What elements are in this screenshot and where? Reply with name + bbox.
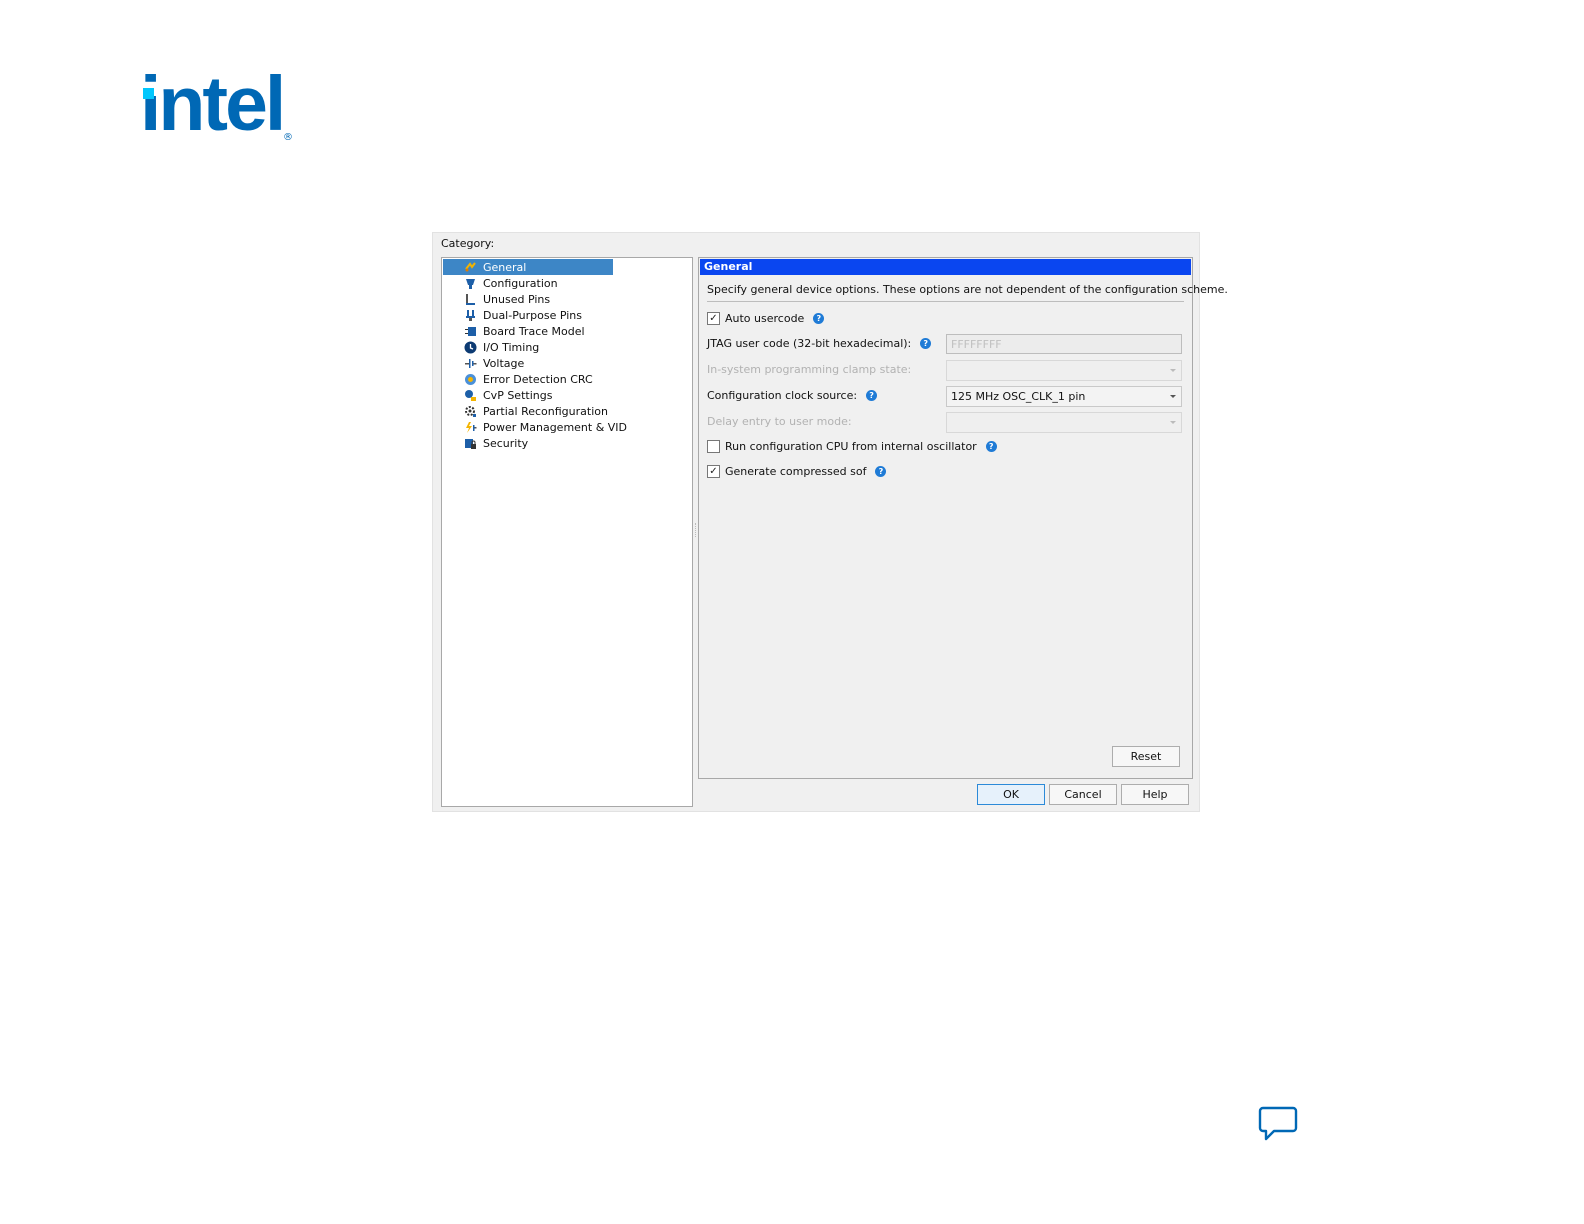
- partial-reconfiguration-icon: [463, 404, 477, 418]
- board-trace-model-icon: [463, 324, 477, 338]
- run-cpu-internal-osc-label[interactable]: Run configuration CPU from internal osci…: [725, 440, 977, 453]
- tree-item-general[interactable]: General: [443, 259, 613, 275]
- auto-usercode-row: ✓ Auto usercode ?: [707, 312, 825, 325]
- intel-logo: intel ®: [140, 66, 302, 150]
- jtag-user-code-row: JTAG user code (32-bit hexadecimal): ?: [707, 337, 932, 350]
- generate-compressed-sof-row: ✓ Generate compressed sof ?: [707, 465, 887, 478]
- help-icon[interactable]: ?: [866, 390, 878, 401]
- generate-compressed-sof-checkbox[interactable]: ✓: [707, 465, 720, 478]
- help-icon[interactable]: ?: [813, 313, 825, 324]
- help-icon[interactable]: ?: [875, 466, 887, 477]
- panel-description: Specify general device options. These op…: [707, 283, 1228, 296]
- logo-dot: [143, 88, 154, 99]
- tree-item-label: Board Trace Model: [483, 324, 585, 338]
- feedback-chat-icon[interactable]: [1258, 1106, 1298, 1142]
- dual-purpose-pins-icon: [463, 308, 477, 322]
- error-detection-crc-icon: [463, 372, 477, 386]
- tree-item-label: I/O Timing: [483, 340, 540, 354]
- auto-usercode-checkbox[interactable]: ✓: [707, 312, 720, 325]
- clamp-state-row: In-system programming clamp state:: [707, 363, 911, 376]
- tree-item-label: Voltage: [483, 356, 525, 370]
- jtag-user-code-label: JTAG user code (32-bit hexadecimal):: [707, 337, 912, 350]
- tree-item-label: Power Management & VID: [483, 420, 628, 434]
- tree-item-io-timing[interactable]: I/O Timing: [443, 339, 539, 355]
- tree-item-power-management-vid[interactable]: Power Management & VID: [443, 419, 627, 435]
- tree-item-label: Dual-Purpose Pins: [483, 308, 582, 322]
- delay-entry-label: Delay entry to user mode:: [707, 415, 852, 428]
- tree-item-label: CvP Settings: [483, 388, 553, 402]
- chevron-down-icon: [1170, 421, 1176, 424]
- clamp-state-label: In-system programming clamp state:: [707, 363, 912, 376]
- clock-source-value: 125 MHz OSC_CLK_1 pin: [951, 390, 1086, 403]
- chevron-down-icon: [1170, 369, 1176, 372]
- tree-item-dual-purpose-pins[interactable]: Dual-Purpose Pins: [443, 307, 582, 323]
- tree-item-configuration[interactable]: Configuration: [443, 275, 558, 291]
- help-icon[interactable]: ?: [920, 338, 932, 349]
- run-cpu-internal-osc-checkbox[interactable]: [707, 440, 720, 453]
- panel-divider: [707, 301, 1184, 302]
- tree-item-label: Configuration: [483, 276, 558, 290]
- registered-mark: ®: [283, 132, 293, 143]
- device-options-dialog: Category: General Configuration Unused P…: [432, 232, 1228, 812]
- tree-item-voltage[interactable]: Voltage: [443, 355, 524, 371]
- tree-item-error-detection-crc[interactable]: Error Detection CRC: [443, 371, 593, 387]
- io-timing-icon: [463, 340, 477, 354]
- general-options-panel: General Specify general device options. …: [698, 257, 1228, 779]
- chevron-down-icon: [1170, 395, 1176, 398]
- power-management-icon: [463, 420, 477, 434]
- reset-button[interactable]: Reset: [1112, 746, 1180, 767]
- generate-compressed-sof-label[interactable]: Generate compressed sof: [725, 465, 866, 478]
- clock-source-label: Configuration clock source:: [707, 389, 858, 402]
- tree-item-label: Partial Reconfiguration: [483, 404, 608, 418]
- delay-entry-row: Delay entry to user mode:: [707, 415, 852, 428]
- clock-source-row: Configuration clock source: ?: [707, 389, 878, 402]
- tree-item-label: Security: [483, 436, 529, 450]
- cvp-settings-icon: [463, 388, 477, 402]
- panel-title: General: [700, 259, 1191, 275]
- tree-item-label: General: [483, 260, 527, 274]
- tree-item-board-trace-model[interactable]: Board Trace Model: [443, 323, 585, 339]
- tree-item-unused-pins[interactable]: Unused Pins: [443, 291, 550, 307]
- general-icon: [463, 260, 477, 274]
- jtag-user-code-input[interactable]: FFFFFFFF: [946, 334, 1182, 354]
- voltage-icon: [463, 356, 477, 370]
- cancel-button[interactable]: Cancel: [1049, 784, 1117, 805]
- clock-source-select[interactable]: 125 MHz OSC_CLK_1 pin: [946, 386, 1182, 407]
- clamp-state-select[interactable]: [946, 360, 1182, 381]
- auto-usercode-label[interactable]: Auto usercode: [725, 312, 804, 325]
- tree-item-security[interactable]: Security: [443, 435, 528, 451]
- help-button[interactable]: Help: [1121, 784, 1189, 805]
- help-icon[interactable]: ?: [985, 441, 997, 452]
- run-cpu-internal-osc-row: Run configuration CPU from internal osci…: [707, 440, 997, 453]
- ok-button[interactable]: OK: [977, 784, 1045, 805]
- category-label: Category:: [441, 237, 495, 250]
- delay-entry-select[interactable]: [946, 412, 1182, 433]
- category-tree[interactable]: General Configuration Unused Pins Dual-P…: [441, 257, 693, 807]
- tree-item-partial-reconfiguration[interactable]: Partial Reconfiguration: [443, 403, 608, 419]
- tree-item-cvp-settings[interactable]: CvP Settings: [443, 387, 552, 403]
- tree-item-label: Error Detection CRC: [483, 372, 593, 386]
- configuration-icon: [463, 276, 477, 290]
- unused-pins-icon: [463, 292, 477, 306]
- tree-item-label: Unused Pins: [483, 292, 551, 306]
- security-icon: [463, 436, 477, 450]
- logo-text: intel: [140, 61, 286, 147]
